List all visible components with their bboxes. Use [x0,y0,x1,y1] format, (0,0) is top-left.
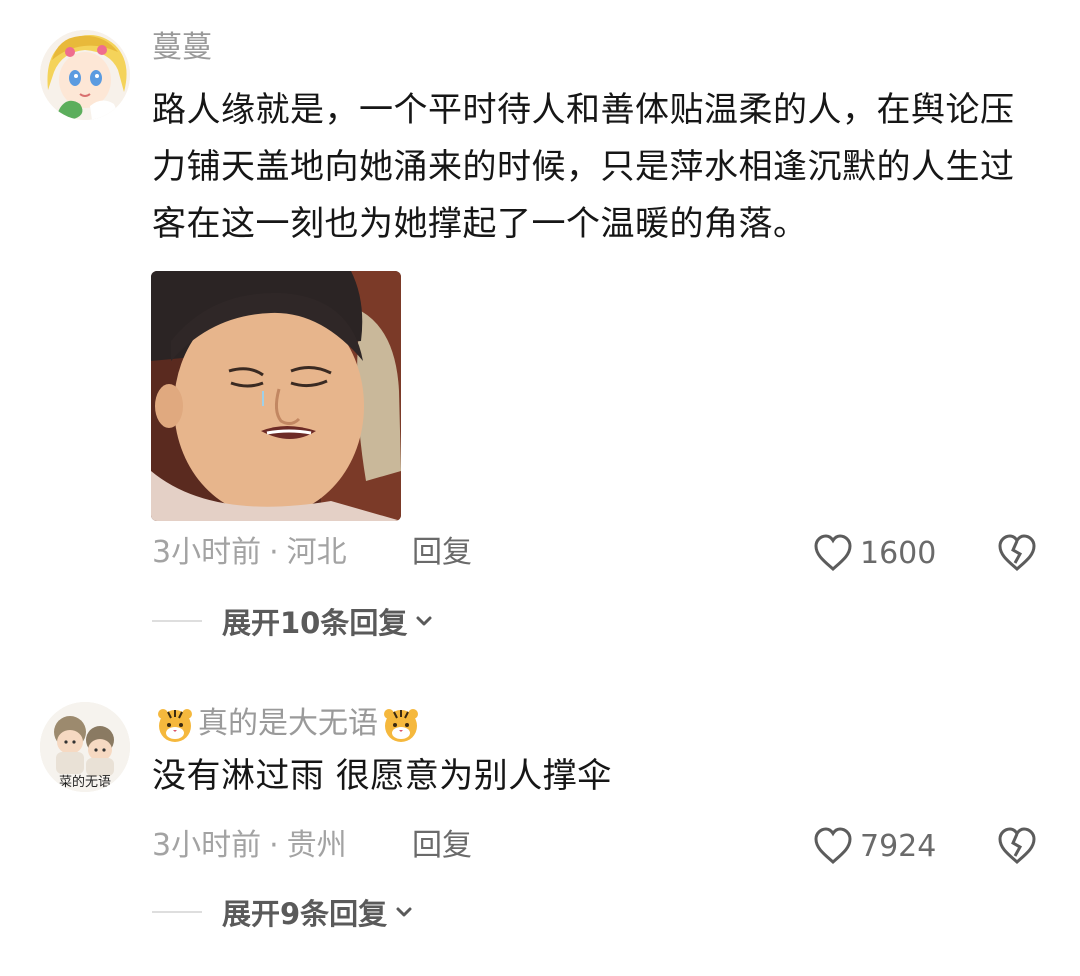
expand-replies-label: 展开10条回复 [222,606,408,640]
dislike-button[interactable] [996,826,1038,866]
timestamp: 3小时前 [152,828,262,863]
like-count: 7924 [860,828,937,864]
timestamp: 3小时前 [152,535,262,570]
heart-outline-icon [814,827,852,865]
chevron-down-icon [396,907,412,917]
separator: · [269,535,279,570]
comment-item: 菜的无语 真的是大无语 没有淋过雨 很愿意为别人撑伞 3小时前 · 贵州 回复 … [0,690,1080,976]
broken-heart-icon [998,534,1036,572]
tiger-face-emoji [384,708,418,742]
expand-replies[interactable]: 展开9条回复 [152,892,415,932]
crying-face-image [151,271,401,521]
comment-meta: 3小时前 · 贵州 [152,826,347,866]
avatar-image: 菜的无语 [40,702,130,792]
comment-text: 路人缘就是，一个平时待人和善体贴温柔的人，在舆论压力铺天盖地向她涌来的时候，只是… [152,90,1015,244]
username[interactable]: 蔓蔓 [152,28,212,68]
heart-outline-icon [814,534,852,572]
avatar-caption: 菜的无语 [59,774,111,790]
expand-replies-label: 展开9条回复 [222,897,388,931]
chevron-down-icon [416,616,432,626]
like-count: 1600 [860,535,937,571]
comment-item: 蔓蔓 路人缘就是，一个平时待人和善体贴温柔的人，在舆论压力铺天盖地向她涌来的时候… [0,0,1080,680]
like-button[interactable]: 7924 [812,824,936,868]
tiger-face-emoji [158,708,192,742]
username-text: 真的是大无语 [198,706,378,741]
username[interactable]: 真的是大无语 [152,704,424,744]
like-button[interactable]: 1600 [812,531,936,575]
comment-image[interactable] [151,271,401,521]
avatar-image [40,30,130,120]
separator: · [269,828,279,863]
comment-text: 没有淋过雨 很愿意为别人撑伞 [152,756,612,796]
broken-heart-icon [998,827,1036,865]
location: 贵州 [286,828,347,863]
reply-button[interactable]: 回复 [412,826,472,866]
expand-replies[interactable]: 展开10条回复 [152,601,435,641]
dislike-button[interactable] [996,533,1038,573]
avatar[interactable] [40,30,130,120]
divider [152,911,202,913]
reply-button[interactable]: 回复 [412,533,472,573]
divider [152,620,202,622]
comment-list: 蔓蔓 路人缘就是，一个平时待人和善体贴温柔的人，在舆论压力铺天盖地向她涌来的时候… [0,0,1080,976]
avatar[interactable]: 菜的无语 [40,702,130,792]
comment-meta: 3小时前 · 河北 [152,533,347,573]
location: 河北 [286,535,347,570]
